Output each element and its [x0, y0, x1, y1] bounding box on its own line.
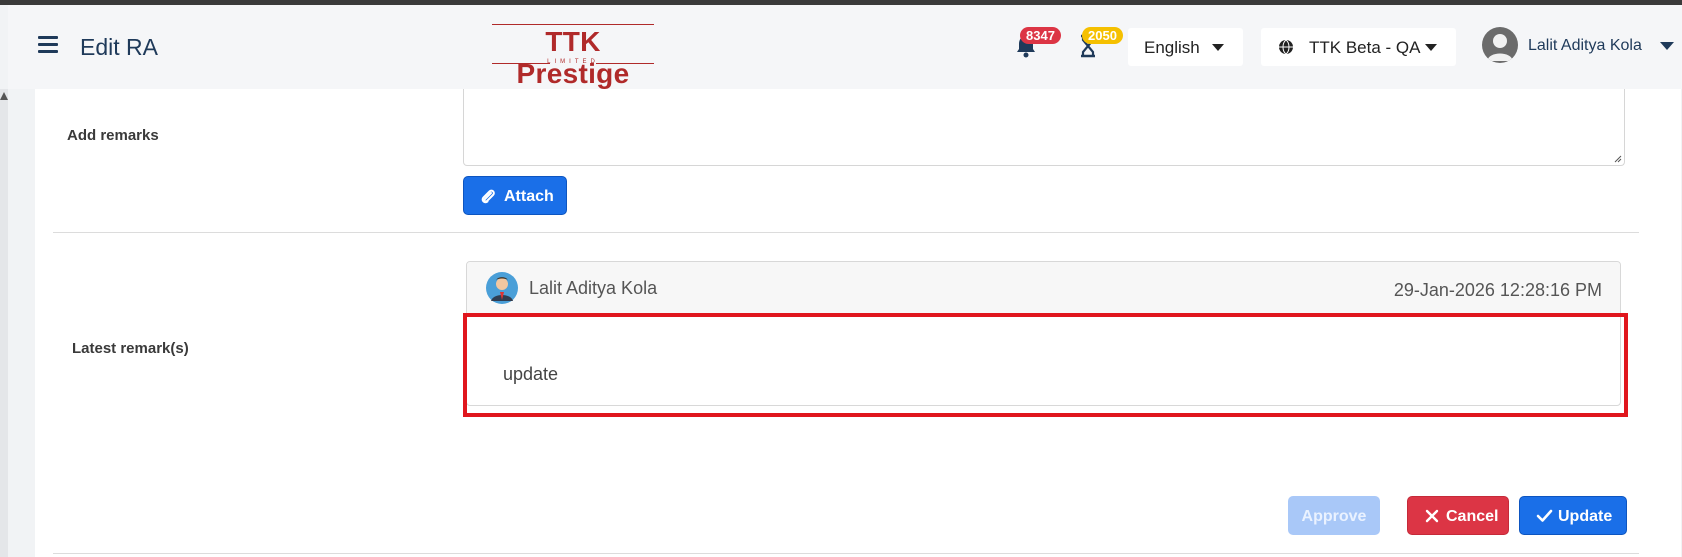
attach-button[interactable]: Attach: [463, 176, 567, 215]
page-title: Edit RA: [80, 34, 158, 60]
scroll-up-icon[interactable]: [0, 92, 8, 100]
approve-button[interactable]: Approve: [1288, 496, 1380, 535]
remark-timestamp: 29-Jan-2026 12:28:16 PM: [1393, 280, 1602, 300]
pending-count-badge: 2050: [1082, 27, 1123, 44]
chevron-down-icon: [1425, 44, 1437, 51]
resize-grip-icon[interactable]: [1614, 155, 1622, 163]
language-dropdown[interactable]: English: [1128, 28, 1243, 66]
update-button[interactable]: Update: [1519, 496, 1627, 535]
paperclip-icon: [480, 188, 496, 206]
organization-dropdown[interactable]: TTK Beta - QA: [1261, 28, 1456, 66]
globe-icon: [1278, 39, 1294, 55]
organization-selected: TTK Beta - QA: [1309, 38, 1421, 57]
chevron-down-icon: [1212, 44, 1224, 51]
update-label: Update: [1558, 508, 1613, 525]
company-logo: TTK Prestige LIMITED: [492, 19, 654, 89]
check-icon: [1536, 509, 1553, 523]
cancel-button[interactable]: Cancel: [1407, 496, 1509, 535]
add-remarks-label: Add remarks: [67, 127, 159, 144]
close-icon: [1425, 509, 1439, 523]
approve-label: Approve: [1301, 508, 1367, 525]
chevron-down-icon: [1660, 42, 1674, 50]
remark-author: Lalit Aditya Kola: [529, 278, 658, 298]
highlight-box: [463, 313, 1628, 417]
left-scroll-gutter: [0, 89, 8, 557]
remark-header: Lalit Aditya Kola 29-Jan-2026 12:28:16 P…: [467, 262, 1620, 314]
language-selected: English: [1144, 38, 1200, 57]
notification-count-badge: 8347: [1020, 27, 1061, 44]
user-name: Lalit Aditya Kola: [1528, 37, 1642, 54]
attach-label: Attach: [504, 188, 554, 205]
footer-divider: [53, 553, 1639, 554]
hamburger-menu-icon[interactable]: [38, 36, 58, 54]
user-avatar-icon: [1482, 27, 1518, 63]
remarks-textarea[interactable]: [463, 89, 1625, 166]
latest-remarks-label: Latest remark(s): [72, 340, 189, 357]
remark-author-avatar-icon: [485, 271, 519, 305]
cancel-label: Cancel: [1446, 508, 1499, 525]
user-menu[interactable]: Lalit Aditya Kola: [1482, 25, 1677, 67]
section-divider: [53, 232, 1639, 233]
